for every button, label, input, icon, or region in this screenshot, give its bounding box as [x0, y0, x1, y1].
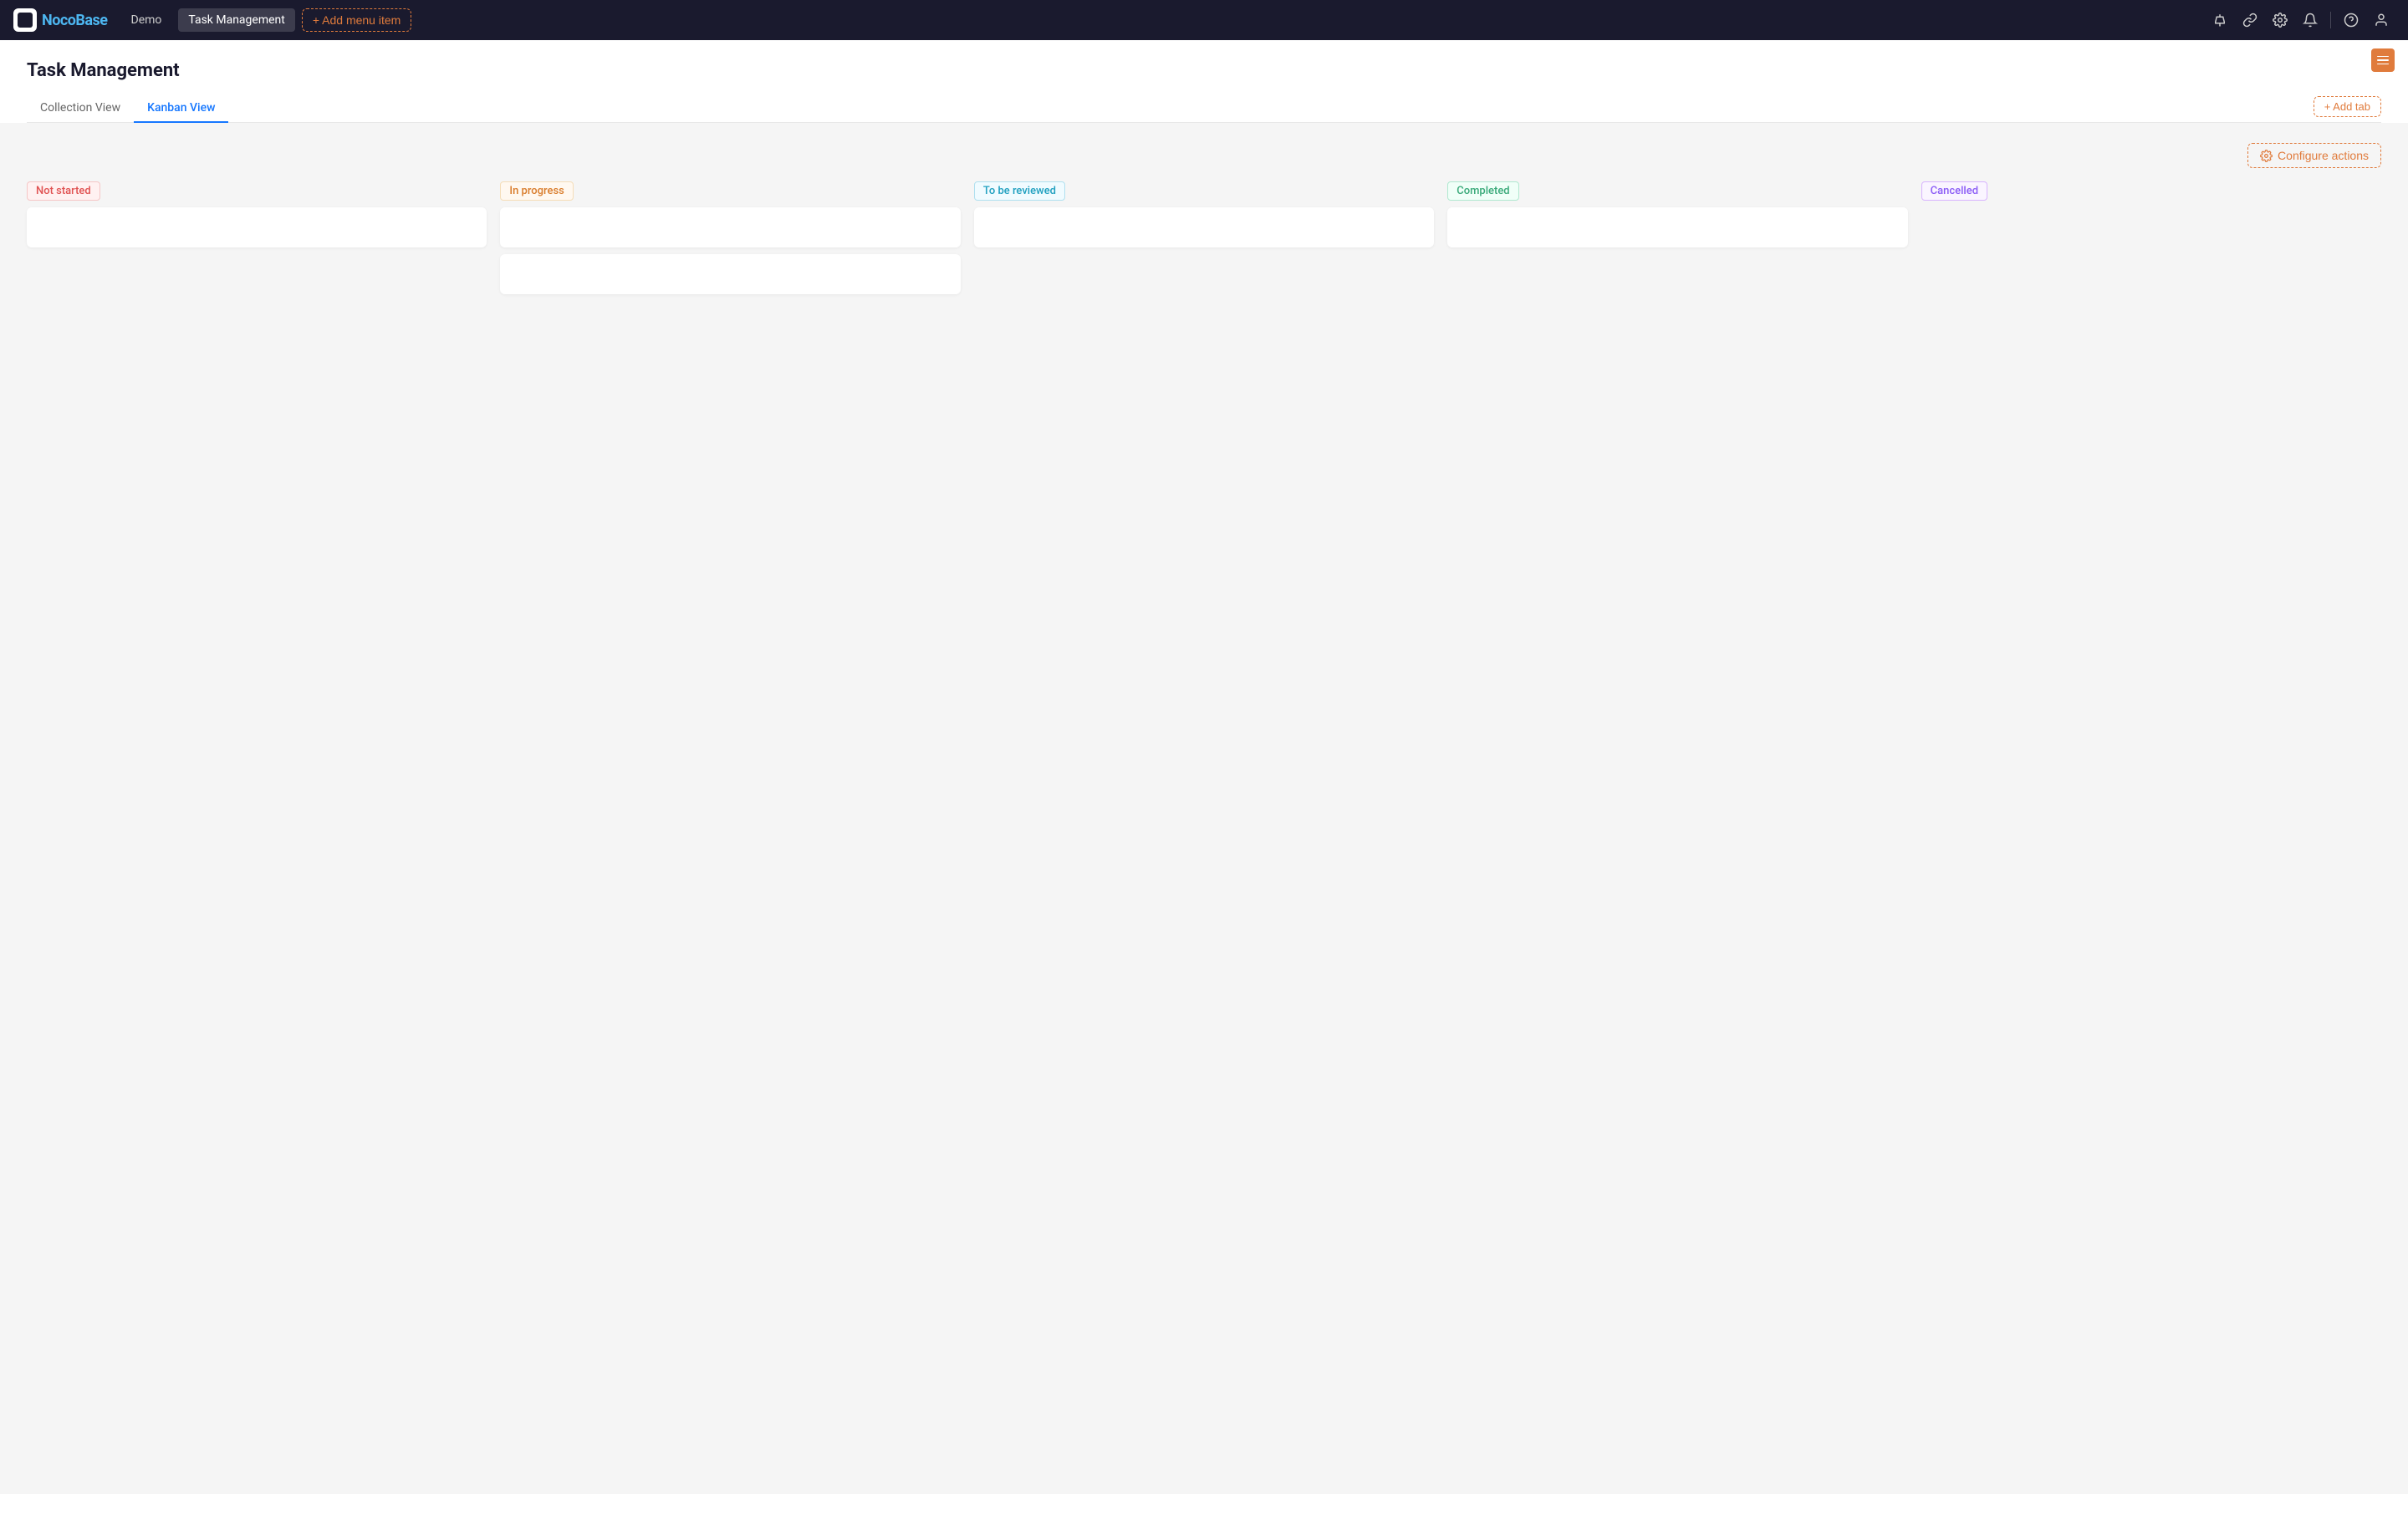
kanban-card[interactable] [1447, 207, 1907, 247]
nav-task-management[interactable]: Task Management [178, 8, 294, 32]
configure-actions-label: Configure actions [2278, 149, 2369, 162]
navbar-divider [2330, 12, 2331, 28]
kanban-card[interactable] [974, 207, 1434, 247]
settings-icon-button[interactable] [2267, 7, 2293, 33]
brand-noco: Noco [42, 12, 75, 29]
help-icon-button[interactable] [2338, 7, 2365, 33]
add-menu-item-button[interactable]: + Add menu item [302, 8, 411, 32]
tab-kanban-view[interactable]: Kanban View [134, 94, 228, 123]
kanban-column-not-started: Not started [27, 181, 487, 254]
kanban-area: Configure actions Not started In progres… [0, 123, 2408, 1494]
hamburger-line-2 [2377, 59, 2389, 61]
kanban-column-to-be-reviewed: To be reviewed [974, 181, 1434, 254]
logo-icon-inner [18, 13, 33, 28]
kanban-column-in-progress: In progress [500, 181, 960, 301]
badge-cancelled: Cancelled [1921, 181, 1987, 201]
brand-base: Base [75, 12, 107, 29]
column-header-in-progress: In progress [500, 181, 960, 201]
pin-icon-button[interactable] [2206, 7, 2233, 33]
hamburger-line-3 [2377, 64, 2389, 65]
logo-icon [13, 8, 37, 32]
navbar-actions [2206, 7, 2395, 33]
page-title: Task Management [27, 60, 2381, 81]
kanban-column-completed: Completed [1447, 181, 1907, 254]
kanban-columns: Not started In progress To be reviewed [27, 181, 2381, 301]
page-container: Task Management Collection View Kanban V… [0, 40, 2408, 1514]
badge-in-progress: In progress [500, 181, 573, 201]
badge-to-be-reviewed: To be reviewed [974, 181, 1065, 201]
tab-collection-view[interactable]: Collection View [27, 94, 134, 123]
link-icon-button[interactable] [2237, 7, 2263, 33]
configure-actions-button[interactable]: Configure actions [2247, 143, 2381, 168]
column-header-to-be-reviewed: To be reviewed [974, 181, 1434, 201]
kanban-card[interactable] [27, 207, 487, 247]
configure-actions-icon [2260, 150, 2273, 162]
user-icon-button[interactable] [2368, 7, 2395, 33]
hamburger-line-1 [2377, 56, 2389, 58]
add-tab-button[interactable]: + Add tab [2314, 96, 2381, 117]
column-header-not-started: Not started [27, 181, 487, 201]
badge-not-started: Not started [27, 181, 100, 201]
nav-demo[interactable]: Demo [121, 8, 172, 32]
tabs-bar: Collection View Kanban View + Add tab [27, 94, 2381, 123]
kanban-column-cancelled: Cancelled [1921, 181, 2381, 207]
kanban-toolbar: Configure actions [27, 143, 2381, 168]
brand-name: NocoBase [42, 12, 108, 29]
logo: NocoBase [13, 8, 108, 32]
kanban-card[interactable] [500, 207, 960, 247]
kanban-card[interactable] [500, 254, 960, 294]
column-header-cancelled: Cancelled [1921, 181, 2381, 201]
hamburger-button[interactable] [2371, 48, 2395, 72]
bell-icon-button[interactable] [2297, 7, 2324, 33]
column-header-completed: Completed [1447, 181, 1907, 201]
navbar: NocoBase Demo Task Management + Add menu… [0, 0, 2408, 40]
badge-completed: Completed [1447, 181, 1518, 201]
